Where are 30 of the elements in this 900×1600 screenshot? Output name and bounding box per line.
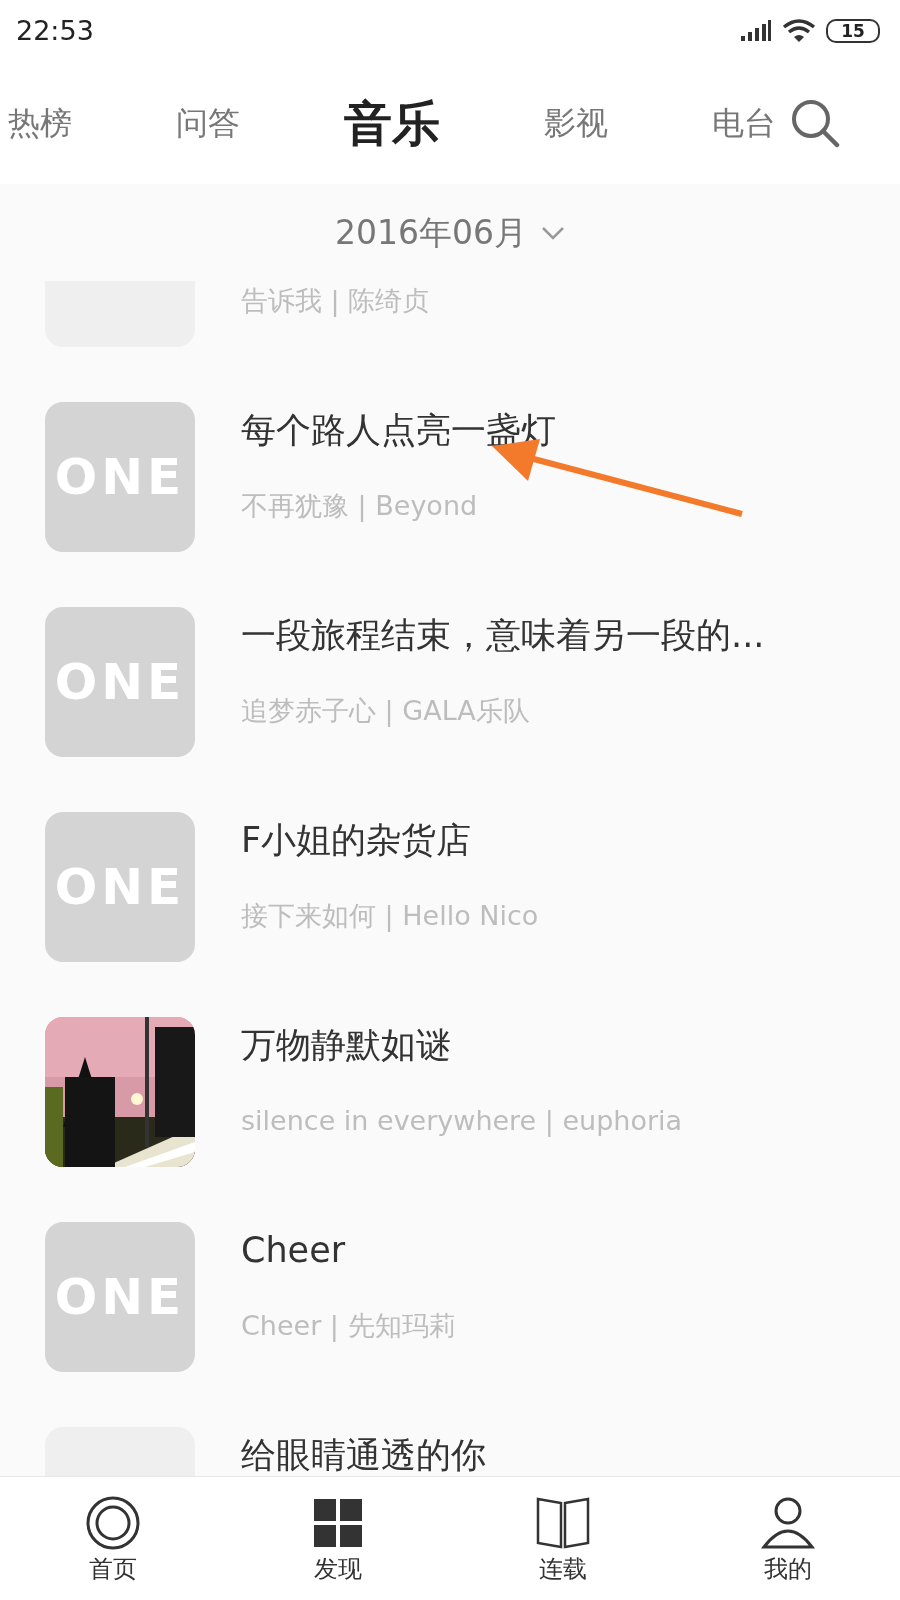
song-subtitle: Cheer | 先知玛莉	[241, 1310, 456, 1341]
category-tab[interactable]: 电台	[712, 107, 776, 139]
nav-tab[interactable]: 首页	[88, 1557, 137, 1581]
song-subtitle: 接下来如何 | Hello Nico	[241, 900, 539, 931]
battery-icon: 15	[826, 19, 880, 43]
category-tab[interactable]: 音乐	[344, 99, 440, 147]
nav-tab[interactable]: 发现	[313, 1557, 362, 1581]
wifi-icon	[782, 19, 816, 43]
chevron-down-icon	[541, 225, 565, 240]
category-tab[interactable]: 影视	[544, 107, 608, 139]
song-subtitle: silence in everywhere | euphoria	[241, 1105, 683, 1136]
ring-icon[interactable]	[84, 1495, 141, 1551]
nav-tab[interactable]: 连载	[538, 1557, 587, 1581]
signal-icon	[740, 20, 772, 42]
song-subtitle: 告诉我 | 陈绮贞	[241, 285, 430, 316]
category-tab[interactable]: 问答	[176, 107, 240, 139]
category-tab[interactable]: 热榜	[8, 107, 72, 139]
song-title[interactable]: 万物静默如谜	[241, 1025, 451, 1065]
song-title[interactable]: F小姐的杂货店	[241, 820, 472, 860]
book-icon[interactable]	[534, 1495, 591, 1551]
song-subtitle: 不再犹豫 | Beyond	[241, 490, 478, 521]
song-title[interactable]: 给眼睛通透的你	[241, 1435, 486, 1475]
status-time: 22:53	[16, 13, 94, 48]
song-title[interactable]: Cheer	[241, 1230, 346, 1270]
song-subtitle: 追梦赤子心 | GALA乐队	[241, 695, 530, 726]
search-icon[interactable]	[790, 98, 840, 148]
month-dropdown[interactable]: 2016年06月	[335, 207, 565, 258]
song-title[interactable]: 一段旅程结束，意味着另一段的...	[241, 615, 765, 655]
nav-tab[interactable]: 我的	[763, 1557, 812, 1581]
person-icon[interactable]	[759, 1495, 816, 1551]
